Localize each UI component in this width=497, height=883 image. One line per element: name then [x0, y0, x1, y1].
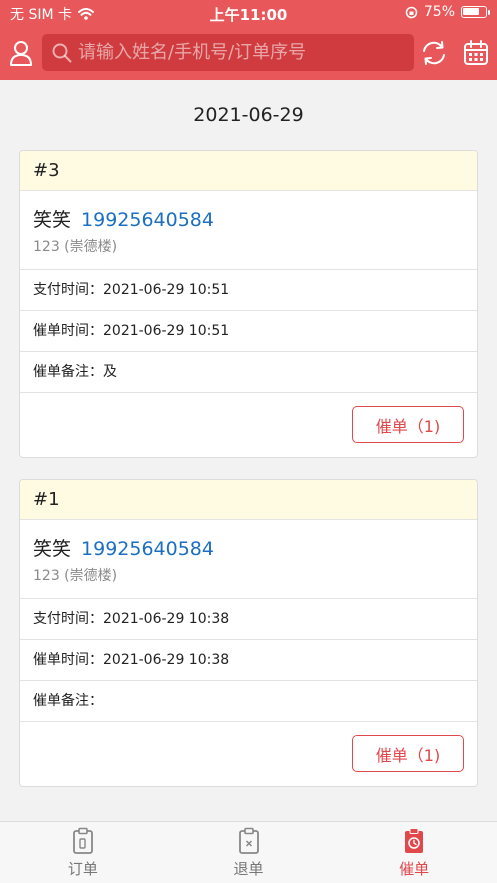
top-nav-bar — [0, 26, 497, 80]
urge-note: 催单备注： — [20, 681, 477, 722]
customer-info: 笑笑 19925640584 123 (崇德楼) — [20, 520, 477, 599]
urge-time: 催单时间：2021-06-29 10:51 — [20, 311, 477, 352]
calendar-button[interactable] — [461, 38, 491, 68]
orientation-lock-icon — [405, 6, 418, 18]
pay-time: 支付时间：2021-06-29 10:51 — [20, 270, 477, 311]
customer-info: 笑笑 19925640584 123 (崇德楼) — [20, 191, 477, 270]
calendar-icon — [464, 40, 488, 65]
search-bar[interactable] — [42, 34, 414, 71]
order-number: #3 — [20, 151, 477, 191]
urge-note: 催单备注：及 — [20, 352, 477, 393]
refresh-button[interactable] — [419, 38, 449, 68]
clipboard-x-icon — [238, 827, 259, 854]
user-profile-button[interactable] — [6, 37, 36, 69]
search-input[interactable] — [78, 42, 398, 63]
clock-clipboard-icon — [405, 828, 424, 853]
tab-orders[interactable]: 订单 — [0, 822, 166, 883]
tab-label: 订单 — [67, 860, 98, 878]
urge-button[interactable]: 催单（1) — [352, 735, 464, 772]
customer-name: 笑笑 — [33, 538, 72, 560]
search-icon — [52, 43, 72, 62]
customer-phone-link[interactable]: 19925640584 — [81, 538, 214, 560]
refresh-icon — [423, 41, 445, 65]
order-card: #1 笑笑 19925640584 123 (崇德楼) 支付时间：2021-06-… — [19, 479, 478, 787]
battery-icon — [461, 6, 490, 18]
tab-label: 退单 — [233, 860, 264, 878]
user-icon — [10, 41, 32, 66]
clipboard-icon — [72, 827, 93, 854]
customer-name: 笑笑 — [33, 209, 72, 231]
bottom-tab-bar: 订单 退单 催单 — [0, 821, 497, 883]
customer-phone-link[interactable]: 19925640584 — [81, 209, 214, 231]
tab-refunds[interactable]: 退单 — [166, 822, 332, 883]
customer-address: 123 (崇德楼) — [33, 239, 118, 255]
urge-time: 催单时间：2021-06-29 10:38 — [20, 640, 477, 681]
status-bar: 无 SIM 卡 上午11:00 75% — [0, 0, 497, 26]
pay-time: 支付时间：2021-06-29 10:38 — [20, 599, 477, 640]
tab-urges[interactable]: 催单 — [331, 822, 497, 883]
tab-label: 催单 — [399, 860, 430, 878]
battery-percent: 75% — [423, 4, 455, 20]
order-card: #3 笑笑 19925640584 123 (崇德楼) 支付时间：2021-06-… — [19, 150, 478, 458]
order-number: #1 — [20, 480, 477, 520]
customer-address: 123 (崇德楼) — [33, 568, 118, 584]
urge-button[interactable]: 催单（1) — [352, 406, 464, 443]
date-heading: 2021-06-29 — [193, 104, 304, 126]
